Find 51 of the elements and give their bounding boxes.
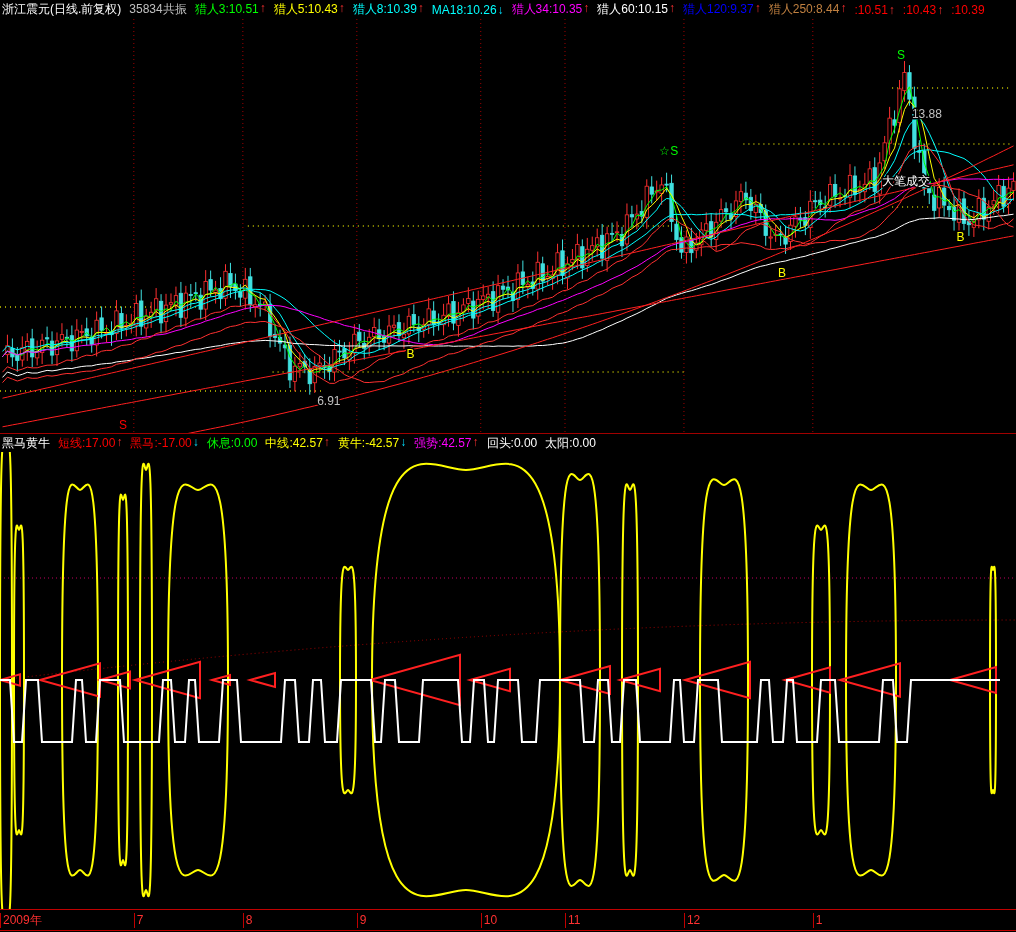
trend-arrow: ↑: [116, 434, 123, 451]
chart-label: S: [897, 47, 906, 62]
trend-arrow: ↑: [338, 1, 345, 17]
indicator-value: 黑马:-17.00: [130, 434, 192, 452]
indicator-value: 休息:0.00: [206, 434, 258, 452]
indicator-value: 强势:42.57: [414, 434, 472, 452]
indicator-value: :10.39: [951, 2, 985, 17]
trend-arrow: ↑: [417, 1, 424, 17]
trend-arrow: ↓: [497, 2, 504, 17]
trend-arrow: ↓: [192, 434, 199, 451]
date-label: 11: [565, 913, 581, 928]
date-label: 1: [812, 913, 823, 928]
indicator-value: 回头:0.00: [486, 434, 538, 452]
indicator-value: MA18:10.26: [431, 2, 497, 17]
chart-title: 浙江震元(日线.前复权): [2, 1, 122, 18]
indicator-value: 太阳:0.00: [545, 434, 596, 452]
trend-arrow: ↑: [472, 434, 479, 451]
trend-arrow: ↑: [323, 434, 330, 451]
indicator-value: 中线:42.57: [265, 434, 323, 452]
indicator-value: :10.43: [902, 2, 937, 17]
trend-arrow: ↑: [583, 1, 590, 17]
indicator-value: 短线:17.00: [58, 434, 116, 452]
indicator-value: 猎人120:9.37: [683, 1, 754, 18]
date-label: 2009年: [0, 913, 42, 928]
indicator-value: 猎人60:10.15: [597, 1, 668, 18]
indicator-value: 猎人34:10.35: [511, 1, 583, 18]
trend-arrow: ↑: [669, 1, 675, 17]
date-label: 7: [133, 913, 144, 928]
date-label: 12: [683, 913, 701, 928]
date-label: 10: [480, 913, 498, 928]
trend-arrow: ↑: [888, 2, 895, 17]
indicator-value: 猎人3:10.51: [194, 1, 259, 18]
chart-label: B: [406, 347, 415, 362]
trend-arrow: ↓: [400, 434, 407, 451]
trend-arrow: ↑: [259, 1, 266, 17]
indicator-value: 猎人8:10.39: [352, 1, 417, 18]
chart-label: ☆S: [659, 143, 679, 158]
trend-arrow: ↑: [840, 1, 847, 17]
trend-arrow: ↑: [937, 2, 944, 17]
date-label: 8: [242, 913, 253, 928]
indicator-value: :10.51: [854, 2, 888, 17]
indicator-value: 黄牛:-42.57: [337, 434, 400, 452]
chart-label: B: [778, 265, 787, 280]
chart-label: B: [956, 230, 965, 245]
signal-count: 35834共振: [129, 1, 187, 18]
indicator-value: 猎人5:10.43: [273, 1, 338, 18]
trend-arrow: ↑: [754, 1, 761, 17]
date-label: 9: [356, 913, 367, 928]
chart-label: S: [118, 418, 127, 432]
indicator-value: 猎人250:8.44: [768, 1, 840, 18]
chart-title: 黑马黄牛: [2, 434, 50, 452]
